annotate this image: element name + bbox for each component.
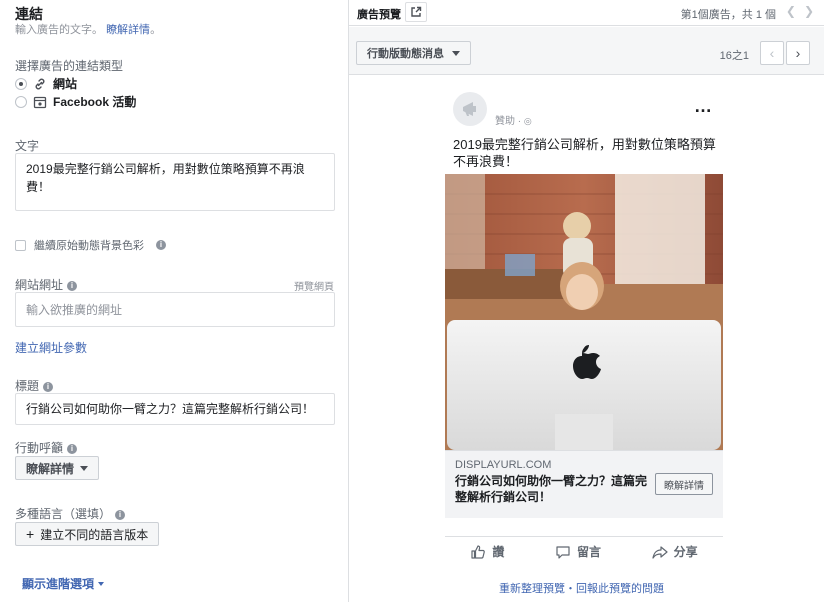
sponsored-text: 贊助 [495, 116, 515, 127]
ad-cta-button[interactable]: 瞭解詳情 [655, 473, 713, 495]
ad-link-area[interactable]: DISPLAYURL.COM 行銷公司如何助你一臂之力？這篇完整解析行銷公司！ … [445, 450, 723, 518]
bg-color-checkbox[interactable] [15, 239, 26, 251]
report-preview-link[interactable]: 回報此預覽的問題 [576, 583, 664, 595]
placement-count: 16之1 [719, 50, 749, 62]
website-url-input[interactable]: 輸入欲推廣的網址 [15, 292, 335, 327]
radio-button-website[interactable] [15, 77, 27, 90]
ad-headline: 行銷公司如何助你一臂之力？這篇完整解析行銷公司！ [455, 474, 648, 504]
ad-preview-panel: 廣告預覽 第1個廣告，共 1 個 ❮ ❯ 行動版動態消息 16之1 ‹ › 贊助… [349, 0, 824, 602]
add-language-button[interactable]: + 建立不同的語言版本 [15, 522, 160, 546]
headline-label: 標題 i [15, 377, 54, 394]
link-icon [33, 77, 47, 91]
headline-input[interactable]: 行銷公司如何助你一臂之力？這篇完整解析行銷公司！ [15, 393, 335, 425]
globe-icon: ◎ [523, 116, 532, 126]
learn-more-link[interactable]: 瞭解詳情 [106, 24, 150, 36]
cta-label-text: 行動呼籲 [15, 441, 64, 455]
section-subtitle-text: 輸入廣告的文字。 [15, 24, 103, 36]
like-button[interactable]: 讚 [470, 543, 504, 560]
external-link-icon [411, 6, 422, 17]
website-url-label-text: 網站網址 [15, 278, 64, 292]
bg-color-label: 繼續原始動態背景色彩 [34, 240, 144, 252]
avatar [453, 92, 487, 126]
share-label: 分享 [673, 545, 698, 559]
info-icon: i [156, 240, 166, 250]
chevron-down-icon [452, 50, 460, 56]
section-subtitle: 輸入廣告的文字。 瞭解詳情。 [15, 21, 161, 37]
more-options-icon[interactable]: … [694, 96, 713, 117]
comment-icon [556, 545, 570, 559]
cta-label: 行動呼籲 i [15, 439, 78, 456]
share-button[interactable]: 分享 [652, 543, 698, 560]
chevron-left-icon: ‹ [769, 45, 775, 61]
primary-text-input[interactable]: 2019最完整行銷公司解析，用對數位策略預算不再浪費！ [15, 153, 335, 211]
learn-more-tail: 。 [150, 24, 162, 36]
radio-button-event[interactable] [15, 95, 27, 108]
info-icon: i [67, 443, 78, 454]
footer-separator: ・ [565, 583, 576, 595]
megaphone-icon [463, 102, 476, 116]
calendar-icon [33, 95, 47, 109]
show-advanced-label: 顯示進階選項 [22, 577, 95, 591]
show-advanced-options[interactable]: 顯示進階選項 [22, 575, 105, 592]
preview-footer: 重新整理預覽・回報此預覽的問題 [499, 580, 664, 596]
radio-event-label: Facebook 活動 [53, 95, 137, 109]
sponsored-label: 贊助 · ◎ [495, 116, 532, 127]
chevron-right-icon: › [795, 45, 801, 61]
display-url: DISPLAYURL.COM [455, 459, 552, 471]
preview-title: 廣告預覽 [357, 9, 401, 21]
placement-dropdown[interactable]: 行動版動態消息 [356, 41, 471, 65]
info-icon: i [67, 280, 78, 291]
plus-icon: + [26, 526, 35, 542]
next-placement-button[interactable]: › [786, 41, 810, 65]
like-label: 讚 [492, 545, 505, 559]
add-language-label: 建立不同的語言版本 [40, 527, 149, 542]
chevron-down-icon [98, 581, 105, 586]
cta-dropdown[interactable]: 瞭解詳情 [15, 456, 100, 480]
headline-label-text: 標題 [15, 379, 40, 393]
comment-label: 留言 [576, 545, 601, 559]
ad-primary-text: 2019最完整行銷公司解析，用對數位策略預算不再浪費！ [453, 137, 716, 169]
chevron-left-icon[interactable]: ❮ [786, 4, 796, 18]
languages-optional: （選填） [63, 507, 112, 521]
open-external-button[interactable] [405, 2, 427, 22]
chevron-right-icon[interactable]: ❯ [804, 4, 814, 18]
info-icon: i [43, 381, 54, 392]
refresh-preview-link[interactable]: 重新整理預覽 [499, 583, 565, 595]
ad-image [445, 174, 723, 450]
share-icon [652, 545, 668, 559]
placement-value: 行動版動態消息 [367, 48, 444, 60]
languages-label: 多種語言（選填） i [15, 505, 126, 522]
preview-url-link[interactable]: 預覽網頁 [294, 278, 334, 293]
cta-dropdown-value: 瞭解詳情 [26, 461, 75, 476]
ad-page-indicator: 第1個廣告，共 1 個 [680, 9, 776, 21]
radio-website[interactable]: 網站 [15, 75, 77, 92]
languages-label-text: 多種語言 [15, 507, 64, 521]
placement-bar: 行動版動態消息 16之1 ‹ › [349, 27, 824, 75]
ad-pager: ❮ ❯ [786, 4, 814, 18]
bg-color-option[interactable]: 繼續原始動態背景色彩 i [15, 237, 166, 253]
preview-header: 廣告預覽 第1個廣告，共 1 個 ❮ ❯ [349, 0, 824, 26]
ad-creative-editor: 連結 輸入廣告的文字。 瞭解詳情。 選擇廣告的連結類型 網站 Facebook … [0, 0, 348, 602]
text-label: 文字 [15, 139, 40, 153]
website-url-label: 網站網址 i [15, 276, 78, 293]
thumbs-up-icon [471, 544, 486, 559]
build-url-params-link[interactable]: 建立網址參數 [15, 339, 87, 356]
reaction-bar: 讚 留言 分享 [445, 536, 723, 566]
radio-website-label: 網站 [53, 77, 78, 91]
chevron-down-icon [80, 465, 89, 471]
link-type-label: 選擇廣告的連結類型 [15, 59, 124, 73]
comment-button[interactable]: 留言 [555, 543, 601, 560]
prev-placement-button[interactable]: ‹ [760, 41, 784, 65]
radio-facebook-event[interactable]: Facebook 活動 [15, 93, 136, 110]
info-icon: i [115, 509, 126, 520]
